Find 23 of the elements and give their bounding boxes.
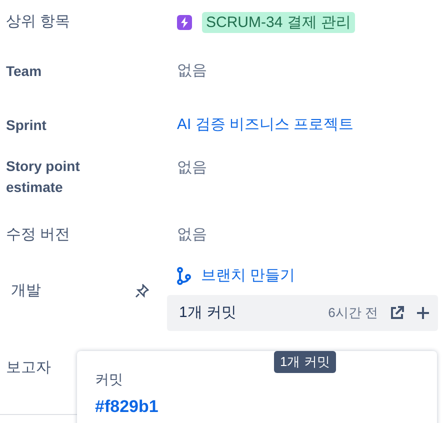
commit-count[interactable]: 1개 커밋 [179, 302, 328, 324]
field-label: 상위 항목 [6, 12, 70, 32]
field-label: 수정 버전 [6, 224, 70, 245]
add-icon[interactable] [416, 306, 430, 320]
lightning-icon [177, 14, 192, 30]
sprint-link[interactable]: AI 검증 비즈니스 프로젝트 [177, 116, 354, 133]
field-value: 없음 [177, 159, 207, 176]
commit-time: 6시간 전 [328, 304, 378, 322]
branch-icon [177, 267, 191, 285]
field-label: Sprint [6, 116, 48, 135]
field-label: 개발 [11, 281, 42, 301]
commit-hash-link[interactable]: #f829b1 [95, 394, 419, 420]
popup-title: 커밋 [95, 370, 124, 389]
parent-issue-link[interactable]: SCRUM-34 결제 관리 [202, 12, 356, 32]
field-value: 없음 [177, 62, 207, 79]
create-branch-link[interactable]: 브랜치 만들기 [177, 262, 438, 290]
pin-icon[interactable] [135, 284, 149, 298]
external-link-icon[interactable] [390, 306, 404, 320]
field-label: 보고자 [6, 358, 51, 378]
field-value: 없음 [177, 226, 207, 243]
tooltip: 1개 커밋 [274, 351, 336, 373]
field-label: Story point estimate [6, 157, 81, 197]
field-label: Team [6, 62, 43, 80]
